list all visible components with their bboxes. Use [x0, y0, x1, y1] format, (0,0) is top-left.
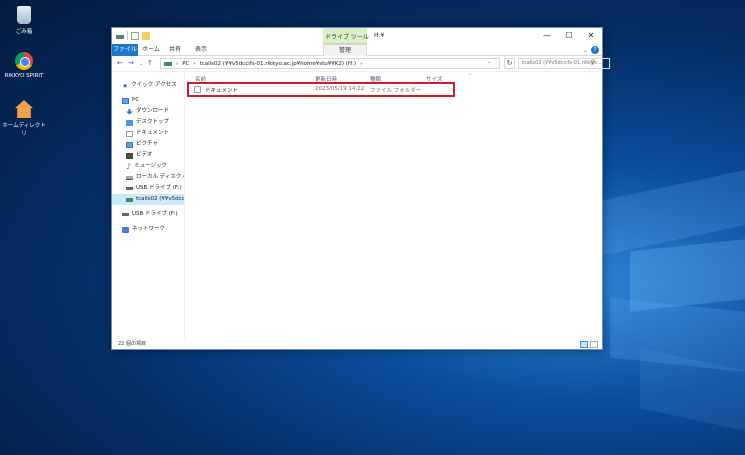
sidebar-item-pc[interactable]: PC — [112, 95, 184, 106]
sidebar-item-network[interactable]: ネットワーク — [112, 224, 184, 235]
desktop-light-beam — [630, 238, 745, 312]
sidebar-item-label: ダウンロード — [136, 108, 170, 114]
toolbar-divider — [127, 31, 128, 40]
contextual-tab-group-label: ドライブ ツール — [325, 34, 369, 41]
address-dropdown-icon[interactable]: ⌄ — [487, 59, 491, 65]
sidebar-item-label: ピクチャ — [136, 141, 158, 147]
breadcrumb-pc[interactable]: PC — [182, 61, 189, 67]
search-icon: ⚲ — [590, 59, 595, 66]
new-folder-icon[interactable] — [142, 31, 150, 40]
local-disk-icon — [126, 175, 133, 180]
desktop-icon — [126, 119, 133, 126]
sidebar-item-usb-drive[interactable]: USB ドライブ (F:) — [112, 209, 184, 220]
sidebar-item-downloads[interactable]: ダウンロード — [112, 106, 184, 117]
minimize-button[interactable]: — — [536, 28, 558, 44]
drive-icon — [116, 34, 124, 39]
download-icon — [126, 108, 133, 115]
usb-drive-icon — [126, 187, 133, 190]
chevron-right-icon: › — [176, 60, 179, 67]
desktop-icon-label: ごみ箱 — [15, 29, 33, 35]
star-icon: ★ — [122, 81, 129, 90]
recent-locations-icon[interactable]: ⌄ — [139, 61, 143, 67]
sidebar-item-label: ネットワーク — [132, 226, 166, 232]
videos-icon — [126, 152, 133, 159]
navigation-pane: ★ クイック アクセス PC ダウンロード デスクトップ ドキュメント ピクチャ… — [112, 72, 185, 339]
desktop-icon-label: ホームディレクトリ — [2, 123, 46, 137]
sidebar-item-quick-access[interactable]: ★ クイック アクセス — [112, 80, 184, 91]
music-icon: ♪ — [126, 161, 132, 171]
sidebar-item-label: PC — [132, 97, 140, 103]
back-arrow-icon[interactable]: ← — [117, 59, 123, 67]
sidebar-item-desktop[interactable]: デスクトップ — [112, 117, 184, 128]
ribbon-tabs: ファイル ホーム 共有 表示 管理 ⌄ ? — [112, 44, 602, 56]
tab-view[interactable]: 表示 — [190, 44, 212, 56]
network-icon — [122, 226, 129, 233]
properties-icon[interactable] — [131, 31, 139, 40]
status-bar: 22 個の項目 — [112, 339, 602, 349]
desktop-icon-chrome[interactable]: RIKKYO SPIRIT — [0, 52, 48, 79]
view-switcher — [580, 341, 598, 348]
sidebar-item-label: ビデオ — [136, 152, 153, 158]
refresh-icon[interactable]: ↻ — [504, 58, 515, 69]
large-icons-view-button[interactable] — [590, 341, 598, 348]
window-controls: — ☐ ✕ — [536, 28, 602, 44]
sidebar-item-pictures[interactable]: ピクチャ — [112, 139, 184, 150]
sidebar-item-label: ミュージック — [134, 163, 167, 169]
tab-file[interactable]: ファイル — [112, 44, 138, 56]
desktop-icon-recycle-bin[interactable]: ごみ箱 — [0, 6, 48, 35]
window-title: H:¥ — [374, 32, 385, 39]
tab-home[interactable]: ホーム — [140, 44, 162, 56]
chevron-right-icon: › — [193, 60, 196, 67]
quick-access-toolbar — [116, 31, 150, 40]
sidebar-item-label: USB ドライブ (F:) — [132, 211, 178, 217]
explorer-window: ドライブ ツール H:¥ — ☐ ✕ ファイル ホーム 共有 表示 管理 ⌄ ?… — [111, 27, 610, 350]
sidebar-item-label: デスクトップ — [136, 119, 170, 125]
sidebar-item-videos[interactable]: ビデオ — [112, 150, 184, 161]
pictures-icon — [126, 141, 133, 148]
documents-icon — [126, 130, 133, 137]
sidebar-item-music[interactable]: ♪ ミュージック — [112, 161, 184, 172]
home-directory-icon — [15, 100, 33, 118]
navigation-bar: ← → ⌄ ↑ › PC › tcalls02 (¥¥v5dccifs-01.r… — [112, 56, 610, 72]
file-list: 名前 更新日時 ⌄ 種類 サイズ ドキュメント 2023/05/19 14:22… — [186, 71, 602, 339]
breadcrumb-drive[interactable]: tcalls02 (¥¥v5dccifs-01.rikkyo.ac.jp¥hom… — [200, 61, 357, 67]
chrome-icon — [15, 52, 33, 70]
sidebar-item-usb-drive[interactable]: USB ドライブ (F:) — [112, 183, 184, 194]
title-bar: ドライブ ツール H:¥ — ☐ ✕ — [112, 28, 602, 44]
sidebar-item-label: tcalls02 (¥¥v5dccifs — [136, 196, 184, 202]
address-bar[interactable]: › PC › tcalls02 (¥¥v5dccifs-01.rikkyo.ac… — [160, 58, 500, 69]
chevron-right-icon: › — [360, 60, 363, 67]
recycle-bin-icon — [17, 6, 31, 24]
item-count: 22 個の項目 — [118, 341, 146, 347]
tab-manage[interactable]: 管理 — [323, 44, 367, 56]
maximize-button[interactable]: ☐ — [558, 28, 580, 44]
drive-icon — [164, 61, 172, 66]
sidebar-item-label: ローカル ディスク (C:) — [136, 174, 184, 180]
search-input[interactable]: tcalls02 (¥¥v5dccifs-01.rikkyo... — [518, 58, 610, 69]
sidebar-item-network-drive[interactable]: tcalls02 (¥¥v5dccifs — [112, 194, 184, 205]
pc-icon — [122, 97, 129, 104]
desktop-icon-label: RIKKYO SPIRIT — [4, 73, 44, 79]
usb-drive-icon — [122, 213, 129, 216]
desktop-icon-home-directory[interactable]: ホームディレクトリ — [0, 100, 48, 137]
sort-indicator-icon: ⌄ — [468, 71, 473, 77]
sidebar-item-label: USB ドライブ (F:) — [136, 185, 182, 191]
highlight-box — [187, 82, 455, 97]
close-button[interactable]: ✕ — [580, 28, 602, 44]
network-drive-icon — [126, 197, 133, 202]
sidebar-item-local-disk[interactable]: ローカル ディスク (C:) — [112, 172, 184, 183]
sidebar-item-documents[interactable]: ドキュメント — [112, 128, 184, 139]
sidebar-item-label: ドキュメント — [136, 130, 170, 136]
up-arrow-icon[interactable]: ↑ — [147, 59, 153, 67]
details-view-button[interactable] — [580, 341, 588, 348]
help-icon[interactable]: ? — [591, 46, 599, 54]
explorer-body: ★ クイック アクセス PC ダウンロード デスクトップ ドキュメント ピクチャ… — [112, 71, 602, 339]
tab-share[interactable]: 共有 — [166, 44, 184, 56]
expand-ribbon-icon[interactable]: ⌄ — [583, 47, 588, 54]
sidebar-item-label: クイック アクセス — [131, 82, 177, 88]
forward-arrow-icon[interactable]: → — [128, 59, 134, 67]
